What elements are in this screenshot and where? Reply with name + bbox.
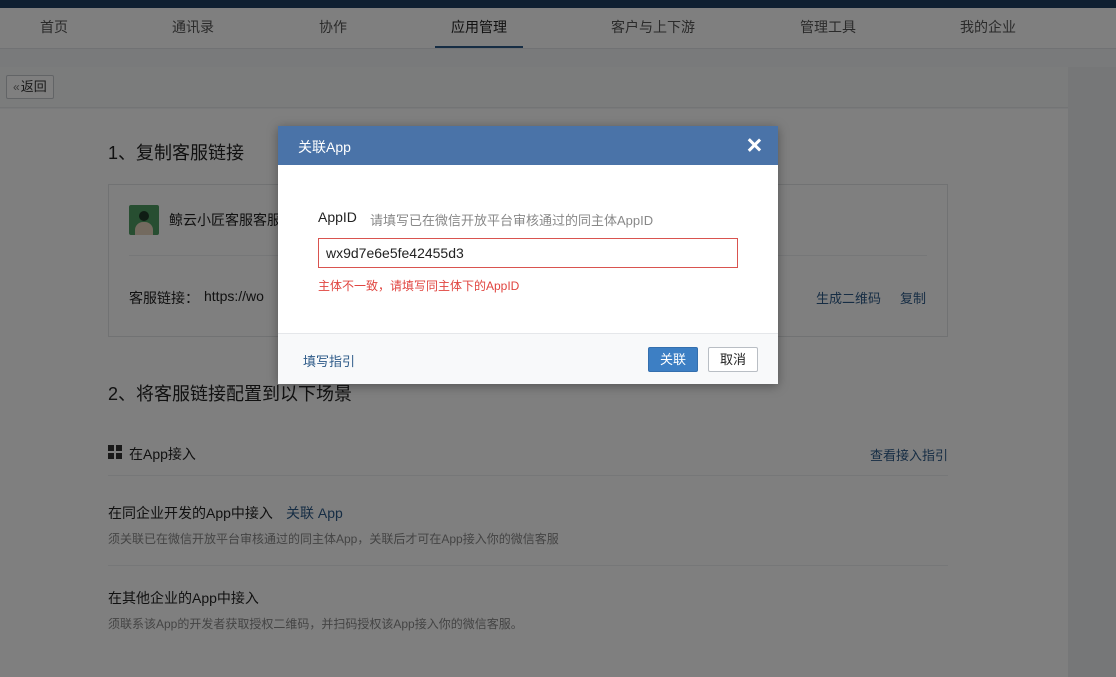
close-icon[interactable] [744, 135, 764, 155]
fill-guide-link[interactable]: 填写指引 [303, 351, 355, 370]
appid-label: AppID [318, 209, 357, 225]
dialog-title: 关联App [298, 139, 351, 155]
appid-hint: 请填写已在微信开放平台审核通过的同主体AppID [370, 213, 654, 228]
cancel-button[interactable]: 取消 [708, 347, 758, 372]
dialog-header: 关联App [278, 126, 778, 165]
link-app-dialog: 关联App AppID 请填写已在微信开放平台审核通过的同主体AppID 主体不… [278, 126, 778, 384]
appid-input[interactable] [318, 238, 738, 268]
appid-error-message: 主体不一致，请填写同主体下的AppID [318, 279, 520, 293]
dialog-footer: 填写指引 关联 取消 [278, 333, 778, 384]
link-button[interactable]: 关联 [648, 347, 698, 372]
